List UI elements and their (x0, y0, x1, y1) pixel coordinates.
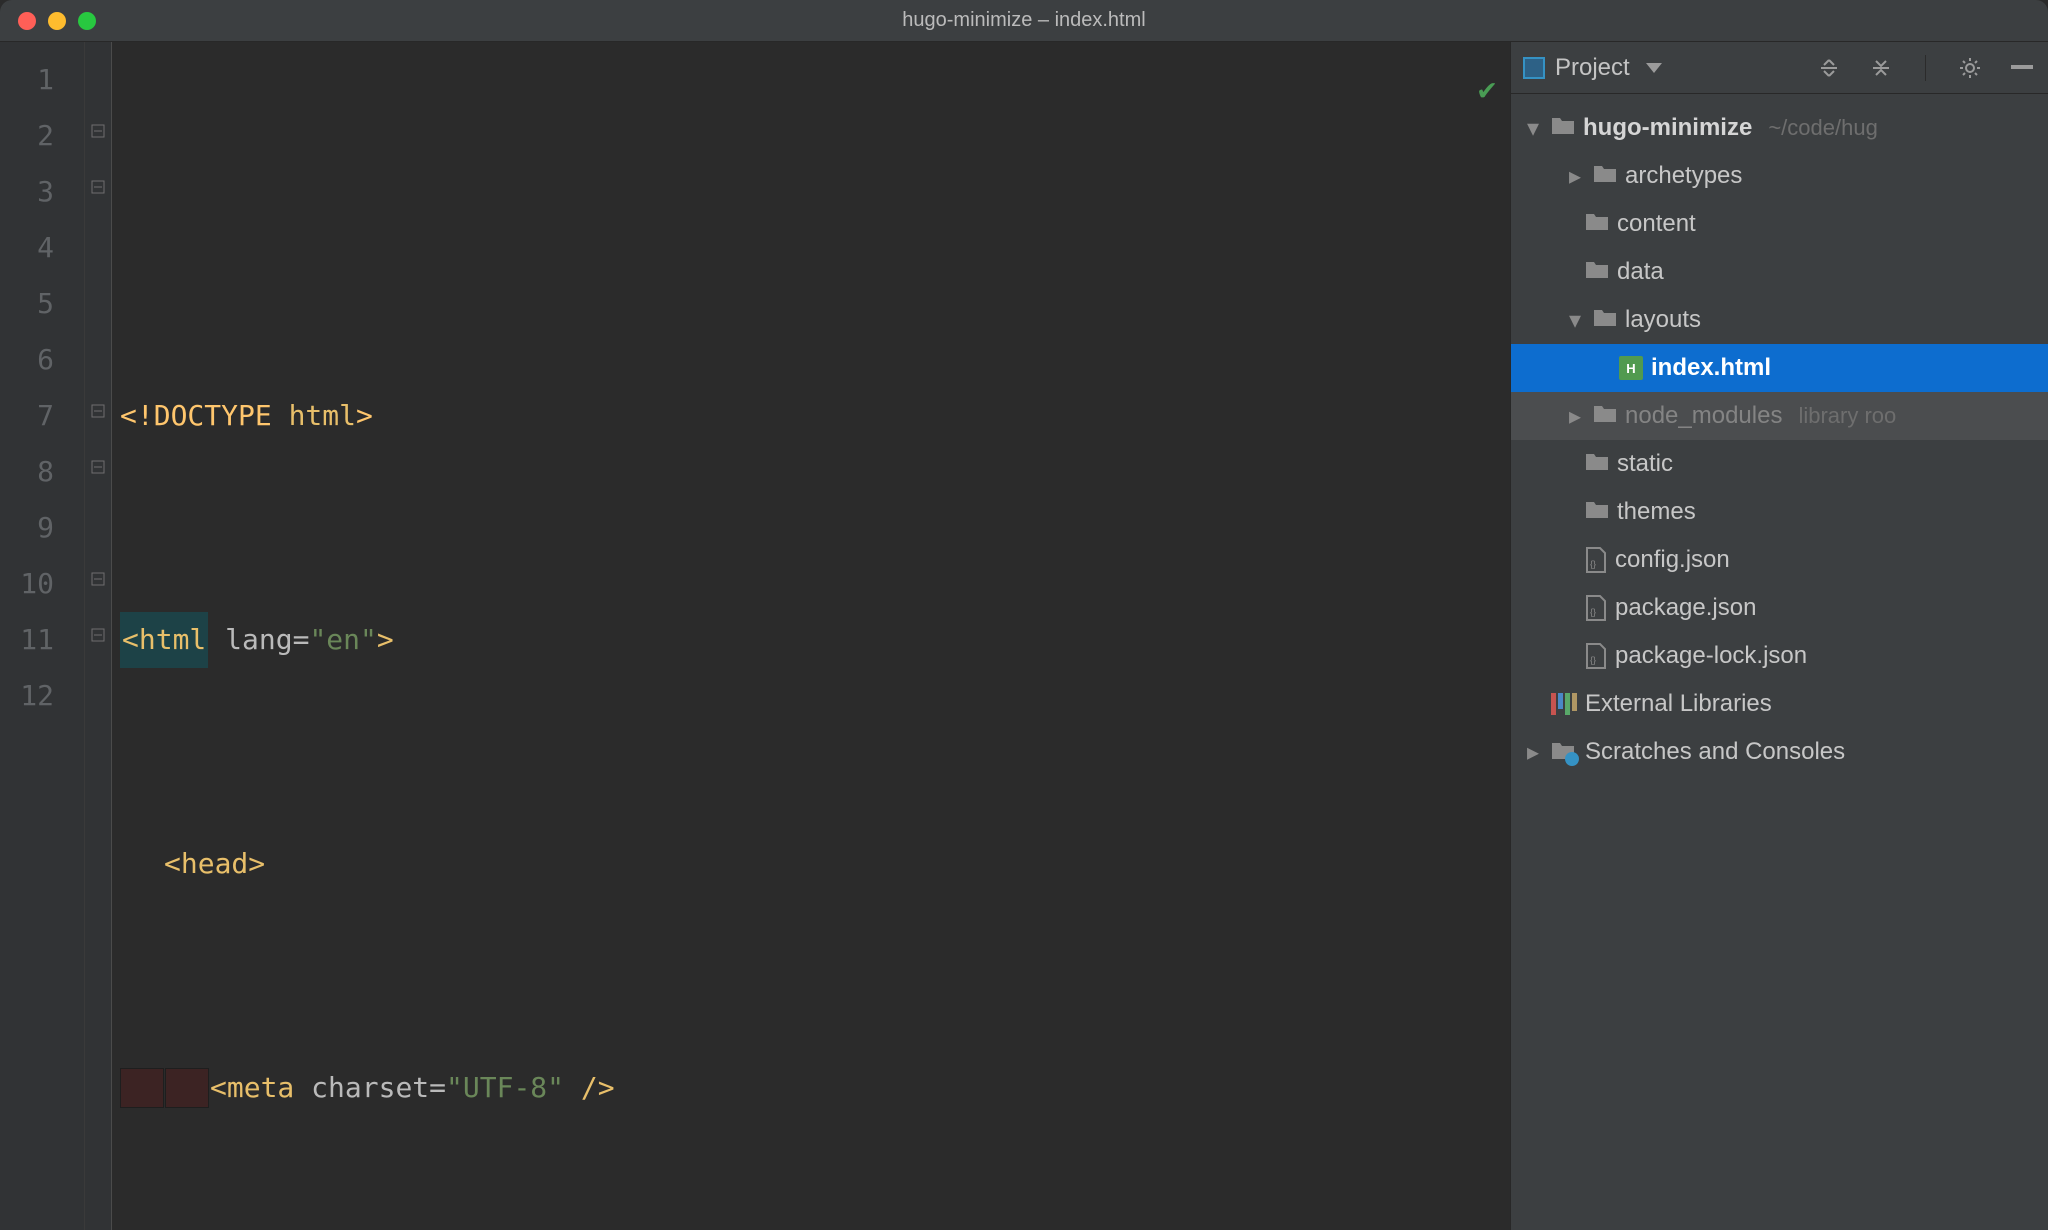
folder-icon (1585, 450, 1609, 478)
tree-item-themes[interactable]: themes (1511, 488, 2048, 536)
collapse-all-icon[interactable] (1815, 54, 1843, 82)
check-icon: ✔ (1478, 62, 1496, 118)
line-number: 9 (0, 500, 84, 556)
chevron-down-icon[interactable] (1640, 54, 1668, 82)
panel-header: Project (1511, 42, 2048, 94)
folder-icon (1585, 258, 1609, 286)
json-file-icon: {} (1585, 595, 1607, 621)
libraries-icon (1551, 693, 1577, 715)
tree-item-node-modules[interactable]: ▸ node_modules library roo (1511, 392, 2048, 440)
folder-icon (1585, 210, 1609, 238)
fold-end-icon[interactable] (89, 570, 107, 588)
svg-text:{}: {} (1590, 607, 1596, 617)
tree-item-label: config.json (1615, 546, 1730, 574)
minimize-icon[interactable] (48, 12, 66, 30)
chevron-down-icon[interactable]: ▾ (1565, 306, 1585, 335)
code-line: <!DOCTYPE html> (120, 388, 1510, 444)
folder-icon (1551, 114, 1575, 142)
tree-item-archetypes[interactable]: ▸ archetypes (1511, 152, 2048, 200)
tree-item-layouts[interactable]: ▾ layouts (1511, 296, 2048, 344)
code-line: <html lang="en"> (120, 612, 1510, 668)
scratches-icon (1551, 740, 1577, 764)
tree-item-index-html[interactable]: H index.html (1511, 344, 2048, 392)
html-file-icon: H (1619, 356, 1643, 380)
chevron-down-icon[interactable]: ▾ (1523, 114, 1543, 143)
window-title: hugo-minimize – index.html (902, 9, 1145, 32)
tree-item-content[interactable]: content (1511, 200, 2048, 248)
tree-item-hint: ~/code/hug (1768, 115, 1877, 141)
folder-icon (1585, 498, 1609, 526)
tree-item-label: index.html (1651, 354, 1771, 382)
expand-all-icon[interactable] (1867, 54, 1895, 82)
tree-item-data[interactable]: data (1511, 248, 2048, 296)
line-number: 11 (0, 612, 84, 668)
chevron-right-icon[interactable]: ▸ (1565, 162, 1585, 191)
json-file-icon: {} (1585, 643, 1607, 669)
tree-item-scratches[interactable]: ▸ Scratches and Consoles (1511, 728, 2048, 776)
fold-end-icon[interactable] (89, 626, 107, 644)
tree-item-package-lock-json[interactable]: {} package-lock.json (1511, 632, 2048, 680)
line-number: 2 (0, 108, 84, 164)
tree-item-config-json[interactable]: {} config.json (1511, 536, 2048, 584)
tree-item-label: hugo-minimize (1583, 114, 1752, 142)
fold-icon[interactable] (89, 458, 107, 476)
tree-item-label: themes (1617, 498, 1696, 526)
tree-item-label: package-lock.json (1615, 642, 1807, 670)
line-number: 6 (0, 332, 84, 388)
code-area[interactable]: ✔ <!DOCTYPE html> <html lang="en"> <head… (112, 42, 1510, 1230)
tree-item-label: layouts (1625, 306, 1701, 334)
tree-item-external-libraries[interactable]: External Libraries (1511, 680, 2048, 728)
tree-item-static[interactable]: static (1511, 440, 2048, 488)
tree-item-label: node_modules (1625, 402, 1782, 430)
folder-icon (1593, 306, 1617, 334)
panel-title: Project (1555, 54, 1630, 82)
fold-icon[interactable] (89, 402, 107, 420)
fold-icon[interactable] (89, 122, 107, 140)
line-number: 1 (0, 52, 84, 108)
tree-item-label: static (1617, 450, 1673, 478)
tree-item-label: content (1617, 210, 1696, 238)
tree-item-label: package.json (1615, 594, 1756, 622)
maximize-icon[interactable] (78, 12, 96, 30)
line-number: 8 (0, 444, 84, 500)
editor[interactable]: 1 2 3 4 5 6 7 8 9 10 11 12 (0, 42, 1510, 1230)
tree-root[interactable]: ▾ hugo-minimize ~/code/hug (1511, 104, 2048, 152)
tree-item-label: External Libraries (1585, 690, 1772, 718)
line-number: 4 (0, 220, 84, 276)
folder-icon (1593, 402, 1617, 430)
tree-item-label: Scratches and Consoles (1585, 738, 1845, 766)
tree-item-label: data (1617, 258, 1664, 286)
folder-icon (1593, 162, 1617, 190)
tree-item-hint: library roo (1798, 403, 1896, 429)
json-file-icon: {} (1585, 547, 1607, 573)
fold-gutter (84, 42, 112, 1230)
gear-icon[interactable] (1956, 54, 1984, 82)
code-line: <head> (120, 836, 1510, 892)
tree-item-package-json[interactable]: {} package.json (1511, 584, 2048, 632)
divider (1925, 55, 1926, 81)
fold-icon[interactable] (89, 178, 107, 196)
window-controls (18, 12, 96, 30)
line-number: 10 (0, 556, 84, 612)
hide-icon[interactable] (2008, 54, 2036, 82)
project-tree[interactable]: ▾ hugo-minimize ~/code/hug ▸ archetypes … (1511, 94, 2048, 1230)
line-number: 3 (0, 164, 84, 220)
chevron-right-icon[interactable]: ▸ (1523, 738, 1543, 767)
svg-text:{}: {} (1590, 559, 1596, 569)
close-icon[interactable] (18, 12, 36, 30)
project-icon (1523, 57, 1545, 79)
line-number-gutter: 1 2 3 4 5 6 7 8 9 10 11 12 (0, 42, 84, 1230)
line-number: 12 (0, 668, 84, 724)
line-number: 7 (0, 388, 84, 444)
title-bar: hugo-minimize – index.html (0, 0, 2048, 42)
code-line: <meta charset="UTF-8" /> (120, 1060, 1510, 1116)
chevron-right-icon[interactable]: ▸ (1565, 402, 1585, 431)
project-panel: Project (1510, 42, 2048, 1230)
tree-item-label: archetypes (1625, 162, 1742, 190)
svg-text:{}: {} (1590, 655, 1596, 665)
line-number: 5 (0, 276, 84, 332)
